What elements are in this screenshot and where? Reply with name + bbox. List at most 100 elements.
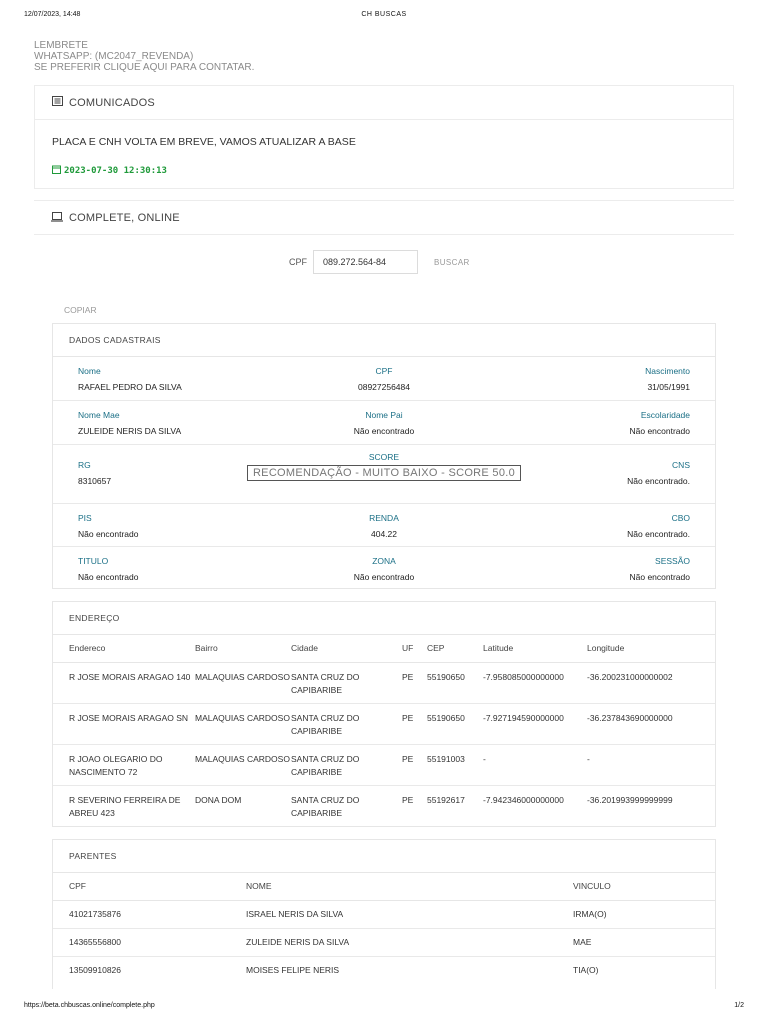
column-header: Cidade	[291, 635, 402, 663]
cidade-cell: SANTA CRUZ DO CAPIBARIBE	[291, 794, 360, 818]
complete-online-card: COMPLETE, ONLINE	[34, 200, 734, 235]
endereco-header-row: Endereco Bairro Cidade UF CEP Latitude L…	[53, 635, 715, 663]
endereco-cell: R JOAO OLEGARIO DO NASCIMENTO 72	[53, 744, 195, 786]
cep-cell: 55191003	[427, 744, 483, 786]
parente-cpf-cell: 14365556800	[53, 928, 246, 957]
table-row: R JOAO OLEGARIO DO NASCIMENTO 72 MALAQUI…	[53, 744, 715, 786]
dados-row: TITULO Não encontrado ZONA Não encontrado …	[53, 547, 715, 590]
parentes-section: PARENTES CPF NOME VINCULO 41021735876 IS…	[52, 839, 716, 989]
comunicado-date: 2023-07-30 12:30:13	[52, 165, 167, 177]
dados-row: Nome Mae ZULEIDE NERIS DA SILVA Nome Pai N…	[53, 401, 715, 445]
parentes-title: PARENTES	[53, 840, 715, 873]
cbo-value: Não encontrado.	[627, 529, 690, 539]
uf-cell: PE	[402, 662, 427, 704]
endereco-cell: R JOSE MORAIS ARAGAO 140	[53, 662, 195, 704]
reminder-contact-link[interactable]: SE PREFERIR CLIQUE AQUI PARA CONTATAR.	[34, 62, 254, 73]
column-header: CEP	[427, 635, 483, 663]
table-row: 13509910826 MOISES FELIPE NERIS TIA(O)	[53, 956, 715, 984]
cidade-cell: SANTA CRUZ DO CAPIBARIBE	[291, 662, 402, 704]
uf-cell: PE	[402, 794, 414, 805]
parente-nome-cell: MOISES FELIPE NERIS	[246, 964, 340, 975]
cpf-input[interactable]: 089.272.564-84	[313, 250, 418, 274]
dados-row: Nome RAFAEL PEDRO DA SILVA CPF 08927256484…	[53, 357, 715, 401]
table-row: 14365556800 ZULEIDE NERIS DA SILVA MAE	[53, 928, 715, 957]
print-title: CH BUSCAS	[361, 11, 407, 18]
bairro-cell: MALAQUIAS CARDOSO	[195, 744, 291, 786]
parente-vinculo-cell: TIA(O)	[573, 964, 599, 975]
nome-pai-label: Nome Pai	[365, 410, 403, 420]
bairro-cell: MALAQUIAS CARDOSO	[195, 703, 291, 745]
reminder-title: LEMBRETE	[34, 40, 88, 51]
cns-label: CNS	[672, 460, 690, 470]
buscar-button[interactable]: BUSCAR	[434, 258, 470, 267]
sessao-label: SESSÃO	[655, 556, 690, 566]
renda-value: 404.22	[371, 529, 397, 539]
print-header: 12/07/2023, 14:48 CH BUSCAS	[24, 11, 744, 21]
column-header: UF	[402, 635, 427, 663]
complete-online-header: COMPLETE, ONLINE	[34, 201, 734, 235]
search-form: CPF 089.272.564-84 BUSCAR	[289, 250, 470, 274]
parente-cpf-cell: 41021735876	[53, 900, 246, 929]
score-label: SCORE	[368, 452, 400, 462]
latitude-cell: -7.958085000000000	[483, 662, 587, 704]
column-header: NOME	[246, 873, 573, 901]
nome-pai-value: Não encontrado	[353, 426, 415, 436]
reminder-whatsapp: WHATSAPP: (MC2047_REVENDA)	[34, 51, 194, 62]
uf-cell: PE	[402, 703, 427, 745]
comunicados-title: COMUNICADOS	[69, 96, 155, 109]
comunicados-card: COMUNICADOS PLACA E CNH VOLTA EM BREVE, …	[34, 85, 734, 189]
cidade-cell: SANTA CRUZ DO CAPIBARIBE	[291, 703, 402, 745]
endereco-cell: R JOSE MORAIS ARAGAO SN	[53, 703, 195, 745]
cep-cell: 55192617	[427, 794, 465, 805]
dados-row: RG 8310657 SCORE RECOMENDAÇÃO - MUITO BAIX…	[53, 445, 715, 504]
comunicado-message: PLACA E CNH VOLTA EM BREVE, VAMOS ATUALI…	[52, 136, 356, 148]
dados-row: PIS Não encontrado RENDA 404.22 CBO Não enc…	[53, 504, 715, 547]
endereco-title: ENDEREÇO	[53, 602, 715, 635]
latitude-cell: -	[483, 744, 587, 786]
zona-label: ZONA	[372, 556, 396, 566]
table-row: R JOSE MORAIS ARAGAO 140 MALAQUIAS CARDO…	[53, 662, 715, 704]
endereco-table: Endereco Bairro Cidade UF CEP Latitude L…	[53, 635, 715, 826]
laptop-icon	[51, 211, 69, 225]
dados-cadastrais-section: DADOS CADASTRAIS Nome RAFAEL PEDRO DA SIL…	[52, 323, 716, 589]
newspaper-icon	[52, 96, 69, 109]
cep-cell: 55190650	[427, 662, 483, 704]
parentes-header-row: CPF NOME VINCULO	[53, 873, 715, 901]
comunicados-header: COMUNICADOS	[35, 86, 733, 120]
table-row: R SEVERINO FERREIRA DE ABREU 423 DONA DO…	[53, 785, 715, 826]
uf-cell: PE	[402, 744, 427, 786]
endereco-section: ENDEREÇO Endereco Bairro Cidade UF CEP L…	[52, 601, 716, 827]
cpf-label: CPF	[375, 366, 393, 376]
reminder: LEMBRETE WHATSAPP: (MC2047_REVENDA) SE P…	[34, 40, 254, 73]
complete-online-title: COMPLETE, ONLINE	[69, 212, 180, 224]
column-header: Endereco	[53, 635, 195, 663]
column-header: Bairro	[195, 635, 291, 663]
longitude-cell: -36.200231000000002	[587, 662, 715, 704]
parente-nome-cell: ISRAEL NERIS DA SILVA	[246, 900, 573, 929]
comunicado-date-text: 2023-07-30 12:30:13	[64, 166, 167, 176]
cns-value: Não encontrado.	[627, 476, 690, 486]
sessao-value: Não encontrado	[629, 572, 691, 582]
dados-cadastrais-title: DADOS CADASTRAIS	[53, 324, 715, 357]
cep-cell: 55190650	[427, 703, 483, 745]
column-header: Longitude	[587, 635, 715, 663]
parente-cpf-cell: 13509910826	[69, 964, 122, 975]
nascimento-value: 31/05/1991	[647, 382, 690, 392]
latitude-cell: -7.927194590000000	[483, 703, 587, 745]
escolaridade-value: Não encontrado	[629, 426, 691, 436]
parentes-table: CPF NOME VINCULO 41021735876 ISRAEL NERI…	[53, 873, 715, 984]
renda-label: RENDA	[369, 513, 399, 523]
escolaridade-label: Escolaridade	[640, 410, 690, 420]
print-url: https://beta.chbuscas.online/complete.ph…	[24, 1002, 155, 1009]
longitude-cell: -36.237843690000000	[587, 703, 715, 745]
copiar-button[interactable]: COPIAR	[64, 305, 97, 315]
latitude-cell: -7.942346000000000	[483, 794, 564, 805]
table-row: 41021735876 ISRAEL NERIS DA SILVA IRMA(O…	[53, 900, 715, 929]
print-footer: https://beta.chbuscas.online/complete.ph…	[24, 1002, 744, 1012]
endereco-cell: R SEVERINO FERREIRA DE ABREU 423	[69, 794, 181, 818]
column-header: CPF	[53, 873, 246, 901]
score-value: RECOMENDAÇÃO - MUITO BAIXO - SCORE 50.0	[246, 465, 522, 481]
longitude-cell: -36.201993999999999	[587, 794, 673, 805]
print-datetime: 12/07/2023, 14:48	[24, 11, 81, 18]
print-page-number: 1/2	[734, 1002, 744, 1009]
